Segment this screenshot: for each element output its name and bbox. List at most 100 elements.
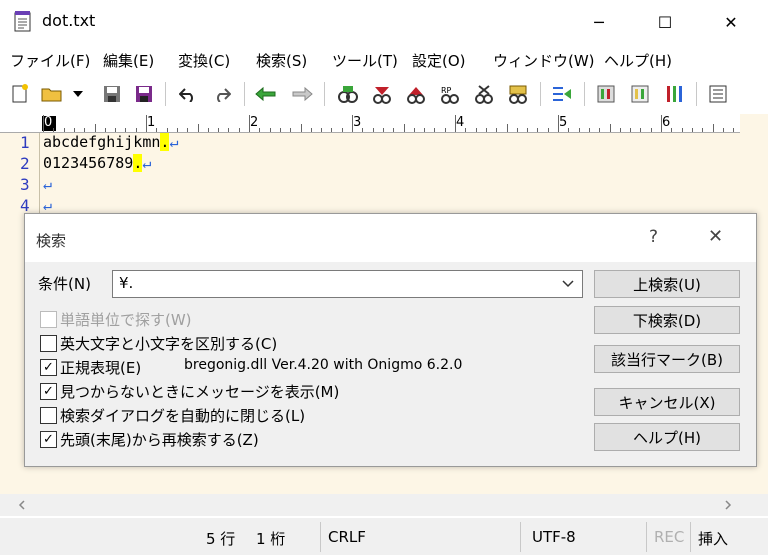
search-next-icon[interactable] [404,82,428,106]
ruler-number: 1 [147,115,156,130]
checkbox-whole-word[interactable] [40,311,57,328]
menu-tools[interactable]: ツール(T) [332,50,398,71]
gutter-divider [39,133,40,213]
ruler-tick [84,128,86,132]
jump-back-icon[interactable] [254,82,278,106]
undo-icon[interactable] [176,82,200,106]
ruler-tick [94,124,96,132]
ruler-tick [424,128,426,132]
menu-bar: ファイル(F) 編集(E) 変換(C) 検索(S) ツール(T) 設定(O) ウ… [0,44,768,74]
checkbox-show-message[interactable]: ✓ [40,383,57,400]
checkbox-wrap-search[interactable]: ✓ [40,431,57,448]
help-button[interactable]: ヘルプ(H) [594,423,740,451]
ruler-tick [115,128,117,132]
checkbox-regex[interactable]: ✓ [40,359,57,376]
status-encoding: UTF-8 [532,528,576,546]
ruler-tick [691,128,693,132]
replace-icon[interactable]: RP [438,82,462,106]
search-down-button[interactable]: 下検索(D) [594,306,740,334]
dialog-close-button[interactable]: ✕ [708,226,723,247]
line-number: 1 [20,133,30,152]
ruler-tick [156,128,158,132]
text-line: ↵ [43,196,52,214]
menu-help[interactable]: ヘルプ(H) [604,50,672,71]
ruler-tick [300,124,302,132]
menu-file[interactable]: ファイル(F) [10,50,90,71]
search-previous-icon[interactable] [370,82,394,106]
notepad-app-icon [14,11,31,32]
ruler-tick [722,128,724,132]
open-folder-icon[interactable] [40,82,64,106]
toolbar-separator [244,82,245,106]
ruler-tick [516,128,518,132]
menu-convert[interactable]: 変換(C) [178,50,230,71]
save-all-icon[interactable] [132,82,156,106]
ruler-tick [176,128,178,132]
ruler-tick [228,128,230,132]
chevron-down-icon[interactable] [562,279,574,289]
ruler-tick [146,115,147,132]
ruler-number: 2 [250,115,259,130]
ruler-tick [671,128,673,132]
settings-common-icon[interactable] [594,82,618,106]
condition-combobox[interactable]: ¥. [112,270,583,298]
grep-icon[interactable] [506,82,530,106]
text-line: abcdefghijkmn.↵ [43,133,178,151]
dialog-help-button[interactable]: ? [649,227,658,247]
tag-jump-icon[interactable] [550,82,574,106]
ruler-tick [238,128,240,132]
condition-input[interactable]: ¥. [119,274,133,292]
clear-search-icon[interactable] [472,82,496,106]
title-bar: dot.txt ─ ☐ ✕ [0,0,768,44]
save-icon[interactable] [100,82,124,106]
option-regex-label: 正規表現(E) [60,359,142,377]
regex-library-version: bregonig.dll Ver.4.20 with Onigmo 6.2.0 [184,357,463,373]
checkbox-case-sensitive[interactable] [40,335,57,352]
new-file-icon[interactable] [8,82,32,106]
ruler-tick [372,128,374,132]
status-insert-mode: 挿入 [698,530,729,548]
cancel-button[interactable]: キャンセル(X) [594,388,740,416]
menu-search[interactable]: 検索(S) [256,50,307,71]
ruler-tick [506,124,508,132]
menu-window[interactable]: ウィンドウ(W) [493,50,595,71]
ruler-tick [609,124,611,132]
outline-icon[interactable] [706,82,730,106]
settings-font-icon[interactable] [662,82,686,106]
scroll-right-icon[interactable] [724,500,732,510]
ruler-tick [197,124,199,132]
horizontal-scrollbar[interactable] [0,494,768,516]
checkbox-auto-close[interactable] [40,407,57,424]
ruler-number: 0 [44,115,53,130]
scroll-left-icon[interactable] [18,500,26,510]
redo-icon[interactable] [210,82,234,106]
search-icon[interactable] [336,82,360,106]
ruler-tick [249,115,250,132]
dialog-title-bar [25,214,756,262]
ruler-number: 3 [353,115,362,130]
minimize-button[interactable]: ─ [576,0,622,44]
chevron-down-icon[interactable] [70,82,86,106]
search-up-button[interactable]: 上検索(U) [594,270,740,298]
status-rec: REC [654,528,685,546]
window-title: dot.txt [42,11,96,30]
ruler-tick [382,128,384,132]
ruler-tick [619,128,621,132]
ruler: 0 1 2 3 4 5 6 [0,114,740,133]
ruler-tick [362,128,364,132]
menu-edit[interactable]: 編集(E) [103,50,154,71]
jump-forward-icon[interactable] [290,82,314,106]
ruler-tick [290,128,292,132]
maximize-button[interactable]: ☐ [642,0,688,44]
line-number: 3 [20,175,30,194]
eol-mark: ↵ [169,133,179,151]
line-text: 0123456789 [43,154,134,172]
ruler-tick [588,128,590,132]
ruler-tick [104,128,106,132]
mark-lines-button[interactable]: 該当行マーク(B) [594,345,740,373]
settings-type-icon[interactable] [628,82,652,106]
status-bar: 5 行 1 桁 CRLF UTF-8 REC 挿入 [0,518,768,555]
search-match: . [133,154,143,172]
menu-settings[interactable]: 設定(O) [412,50,466,71]
close-button[interactable]: ✕ [708,0,754,44]
